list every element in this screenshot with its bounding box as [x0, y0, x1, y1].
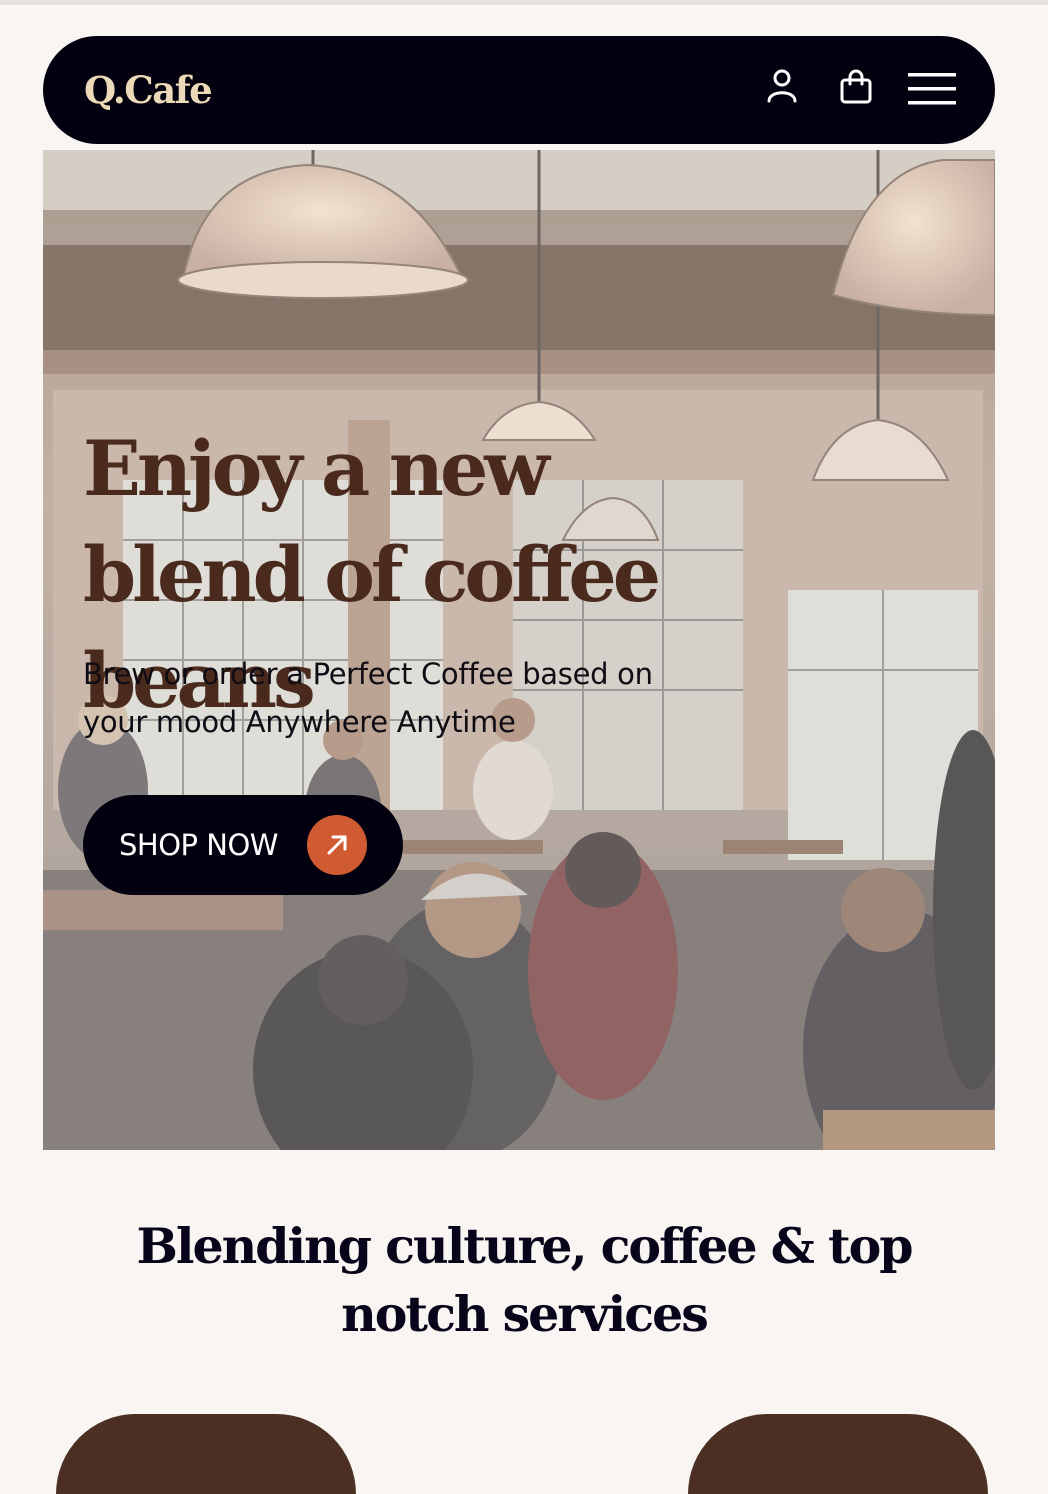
product-card-left[interactable]	[56, 1414, 356, 1494]
logo[interactable]: Q.Cafe	[84, 64, 213, 116]
top-divider	[0, 0, 1048, 5]
product-card-right[interactable]	[688, 1414, 988, 1494]
navbar: Q.Cafe	[43, 36, 995, 144]
shopping-bag-icon[interactable]	[839, 69, 873, 105]
shop-now-button[interactable]: SHOP NOW	[83, 795, 403, 895]
arrow-badge	[307, 815, 367, 875]
shop-now-label: SHOP NOW	[119, 828, 278, 862]
user-icon[interactable]	[765, 68, 799, 104]
hero-subtitle: Brew or order a Perfect Coffee based on …	[83, 657, 653, 739]
section-title: Blending culture, coffee & top notch ser…	[136, 1217, 913, 1343]
arrow-up-right-icon	[327, 835, 347, 855]
menu-icon[interactable]	[908, 72, 956, 106]
hero-banner: Enjoy a new blend of coffee beans Brew o…	[43, 150, 995, 1150]
